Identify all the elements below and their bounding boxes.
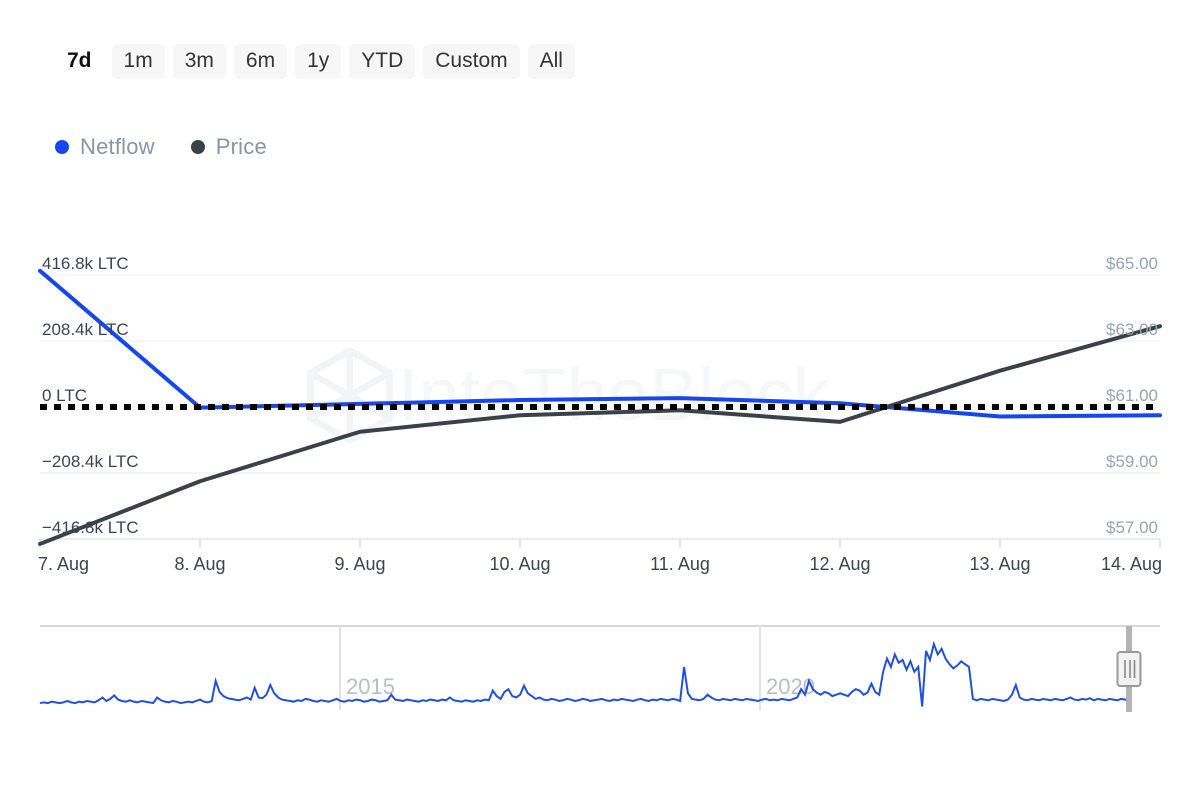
chart-legend: Netflow Price	[55, 134, 267, 160]
range-button-1y[interactable]: 1y	[295, 44, 341, 79]
right-axis-label-3: $59.00	[1106, 452, 1158, 471]
range-button-custom[interactable]: Custom	[423, 44, 519, 79]
left-axis-label-2: 0 LTC	[42, 386, 87, 405]
legend-dot-icon	[191, 140, 205, 154]
range-button-7d[interactable]: 7d	[55, 44, 104, 79]
x-axis-label-0: 7. Aug	[38, 554, 89, 574]
legend-item-netflow[interactable]: Netflow	[55, 134, 155, 160]
x-axis-label-4: 11. Aug	[650, 554, 710, 574]
main-chart: IntoTheBlock 416.8k LTC 208.4k LTC 0 LTC −2…	[0, 240, 1200, 590]
x-axis-label-2: 9. Aug	[334, 554, 385, 574]
chart-navigator[interactable]: 20152020	[0, 610, 1200, 755]
x-axis-labels: 7. Aug 8. Aug 9. Aug 10. Aug 11. Aug 12. Aug 1…	[38, 554, 1162, 574]
x-axis-label-7: 14. Aug	[1101, 554, 1162, 574]
netflow-price-chart-panel: 7d1m3m6m1yYTDCustom All Netflow Price Into…	[0, 0, 1200, 800]
right-axis-labels: $65.00 $63.00 $61.00 $59.00 $57.00	[1106, 254, 1158, 537]
x-axis-label-1: 8. Aug	[174, 554, 225, 574]
x-axis-label-3: 10. Aug	[489, 554, 550, 574]
range-button-all[interactable]: All	[528, 44, 575, 79]
range-button-ytd[interactable]: YTD	[349, 44, 415, 79]
main-chart-svg: IntoTheBlock 416.8k LTC 208.4k LTC 0 LTC −2…	[0, 240, 1200, 590]
right-axis-label-0: $65.00	[1106, 254, 1158, 273]
right-axis-label-2: $61.00	[1106, 386, 1158, 405]
watermark-text: IntoTheBlock	[398, 353, 831, 436]
navigator-series-line	[40, 644, 1129, 707]
right-axis-label-1: $63.00	[1106, 320, 1158, 339]
navigator-svg[interactable]: 20152020	[0, 610, 1200, 720]
x-axis-label-5: 12. Aug	[809, 554, 870, 574]
left-axis-label-3: −208.4k LTC	[42, 452, 139, 471]
navigator-year-labels: 20152020	[340, 626, 815, 710]
left-axis-label-1: 208.4k LTC	[42, 320, 129, 339]
navigator-year-label-0: 2015	[346, 674, 395, 699]
legend-dot-icon	[55, 140, 69, 154]
left-axis-label-4: −416.8k LTC	[42, 518, 139, 537]
legend-label: Price	[216, 134, 267, 160]
right-axis-label-4: $57.00	[1106, 518, 1158, 537]
range-button-3m[interactable]: 3m	[173, 44, 226, 79]
range-button-1m[interactable]: 1m	[112, 44, 165, 79]
range-button-6m[interactable]: 6m	[234, 44, 287, 79]
range-selector: 7d1m3m6m1yYTDCustom All	[55, 44, 575, 79]
x-axis-label-6: 13. Aug	[969, 554, 1030, 574]
left-axis-labels: 416.8k LTC 208.4k LTC 0 LTC −208.4k LTC −416…	[42, 254, 139, 537]
left-axis-label-0: 416.8k LTC	[42, 254, 129, 273]
legend-label: Netflow	[80, 134, 155, 160]
legend-item-price[interactable]: Price	[191, 134, 267, 160]
